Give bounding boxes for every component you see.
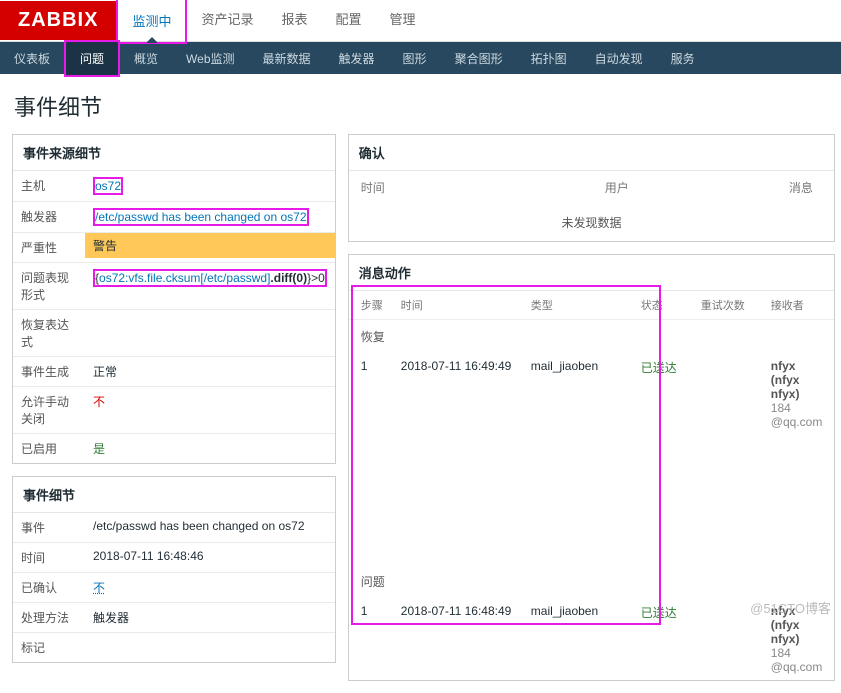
expr-tail: }>0: [307, 271, 325, 285]
watermark: @51CTO博客: [750, 598, 831, 617]
expr-host-link[interactable]: os72:vfs.file.cksum[/etc/passwd]: [99, 271, 270, 285]
row-status: 已送达: [641, 604, 691, 621]
topnav-reports[interactable]: 报表: [267, 0, 321, 44]
subnav-maps[interactable]: 拓扑图: [517, 42, 581, 75]
trigger-link[interactable]: /etc/passwd has been changed on os72: [95, 210, 307, 224]
col-retry: 重试次数: [701, 297, 761, 313]
recovery-section: 恢复: [349, 320, 835, 353]
row-recv-name: nfyx (nfyx nfyx): [771, 359, 823, 401]
severity-badge: 警告: [85, 233, 335, 258]
col-time: 时间: [401, 297, 521, 313]
subnav-screens[interactable]: 聚合图形: [441, 42, 517, 75]
trigger-label: 触发器: [13, 202, 85, 232]
row-time: 2018-07-11 16:48:49: [401, 604, 521, 618]
topnav-monitoring[interactable]: 监测中: [118, 0, 185, 42]
source-title: 事件来源细节: [13, 135, 335, 171]
col-type: 类型: [531, 297, 631, 313]
severity-label: 严重性: [13, 233, 85, 262]
recovery-expr-label: 恢复表达式: [13, 310, 85, 356]
subnav-triggers[interactable]: 触发器: [325, 42, 389, 75]
manual-label: 允许手动关闭: [13, 387, 85, 433]
subnav-graphs[interactable]: 图形: [389, 42, 441, 75]
row-type: mail_jiaoben: [531, 359, 631, 373]
action-row: 1 2018-07-11 16:49:49 mail_jiaoben 已送达 n…: [349, 353, 835, 435]
confirm-no-data: 未发现数据: [349, 204, 835, 241]
actions-title: 消息动作: [349, 255, 835, 291]
confirm-col-time: 时间: [361, 179, 385, 196]
time-label: 时间: [13, 543, 85, 572]
row-status: 已送达: [641, 359, 691, 376]
expr-diff: .diff(0): [270, 271, 307, 285]
subnav-discovery[interactable]: 自动发现: [581, 42, 657, 75]
subnav-dashboard[interactable]: 仪表板: [0, 42, 64, 75]
event-label: 事件: [13, 513, 85, 542]
row-step: 1: [361, 604, 391, 618]
enabled-label: 已启用: [13, 434, 85, 463]
topnav-config[interactable]: 配置: [322, 0, 376, 44]
host-link[interactable]: os72: [95, 179, 121, 193]
manual-value: 不: [85, 387, 335, 433]
confirm-col-user: 用户: [605, 179, 629, 196]
confirm-title: 确认: [349, 135, 835, 171]
row-recv-email: 184 @qq.com: [771, 401, 823, 429]
topnav-admin[interactable]: 管理: [376, 0, 430, 44]
host-label: 主机: [13, 171, 85, 201]
confirm-col-msg: 消息: [789, 179, 813, 196]
row-recv-email: 184 @qq.com: [771, 646, 823, 674]
subnav-problems[interactable]: 问题: [66, 42, 118, 75]
subnav-web[interactable]: Web监测: [172, 42, 248, 75]
detail-title: 事件细节: [13, 477, 335, 513]
subnav-overview[interactable]: 概览: [120, 42, 172, 75]
subnav-services[interactable]: 服务: [657, 42, 709, 75]
detail-panel: 事件细节 事件 /etc/passwd has been changed on …: [12, 476, 336, 663]
row-time: 2018-07-11 16:49:49: [401, 359, 521, 373]
row-step: 1: [361, 359, 391, 373]
gen-value: 正常: [85, 357, 335, 386]
tag-label: 标记: [13, 633, 85, 662]
source-panel: 事件来源细节 主机 os72 触发器 /etc/passwd has been …: [12, 134, 336, 464]
topnav-inventory[interactable]: 资产记录: [187, 0, 267, 44]
enabled-value: 是: [85, 434, 335, 463]
col-recv: 接收者: [771, 297, 823, 313]
event-value: /etc/passwd has been changed on os72: [85, 513, 335, 542]
process-label: 处理方法: [13, 603, 85, 632]
subnav-latest[interactable]: 最新数据: [249, 42, 325, 75]
row-type: mail_jiaoben: [531, 604, 631, 618]
gen-label: 事件生成: [13, 357, 85, 386]
sub-nav: 仪表板 问题 概览 Web监测 最新数据 触发器 图形 聚合图形 拓扑图 自动发…: [0, 42, 841, 74]
ack-label: 已确认: [13, 573, 85, 602]
expr-label: 问题表现形式: [13, 263, 85, 309]
confirm-panel: 确认 时间 用户 消息 未发现数据: [348, 134, 836, 242]
top-nav: 监测中 资产记录 报表 配置 管理: [116, 0, 429, 44]
logo: ZABBIX: [0, 1, 116, 40]
page-title: 事件细节: [0, 74, 841, 134]
ack-link[interactable]: 不: [93, 581, 105, 595]
process-value: 触发器: [85, 603, 335, 632]
col-status: 状态: [641, 297, 691, 313]
col-step: 步骤: [361, 297, 391, 313]
problem-section: 问题: [349, 565, 835, 598]
time-value: 2018-07-11 16:48:46: [85, 543, 335, 572]
